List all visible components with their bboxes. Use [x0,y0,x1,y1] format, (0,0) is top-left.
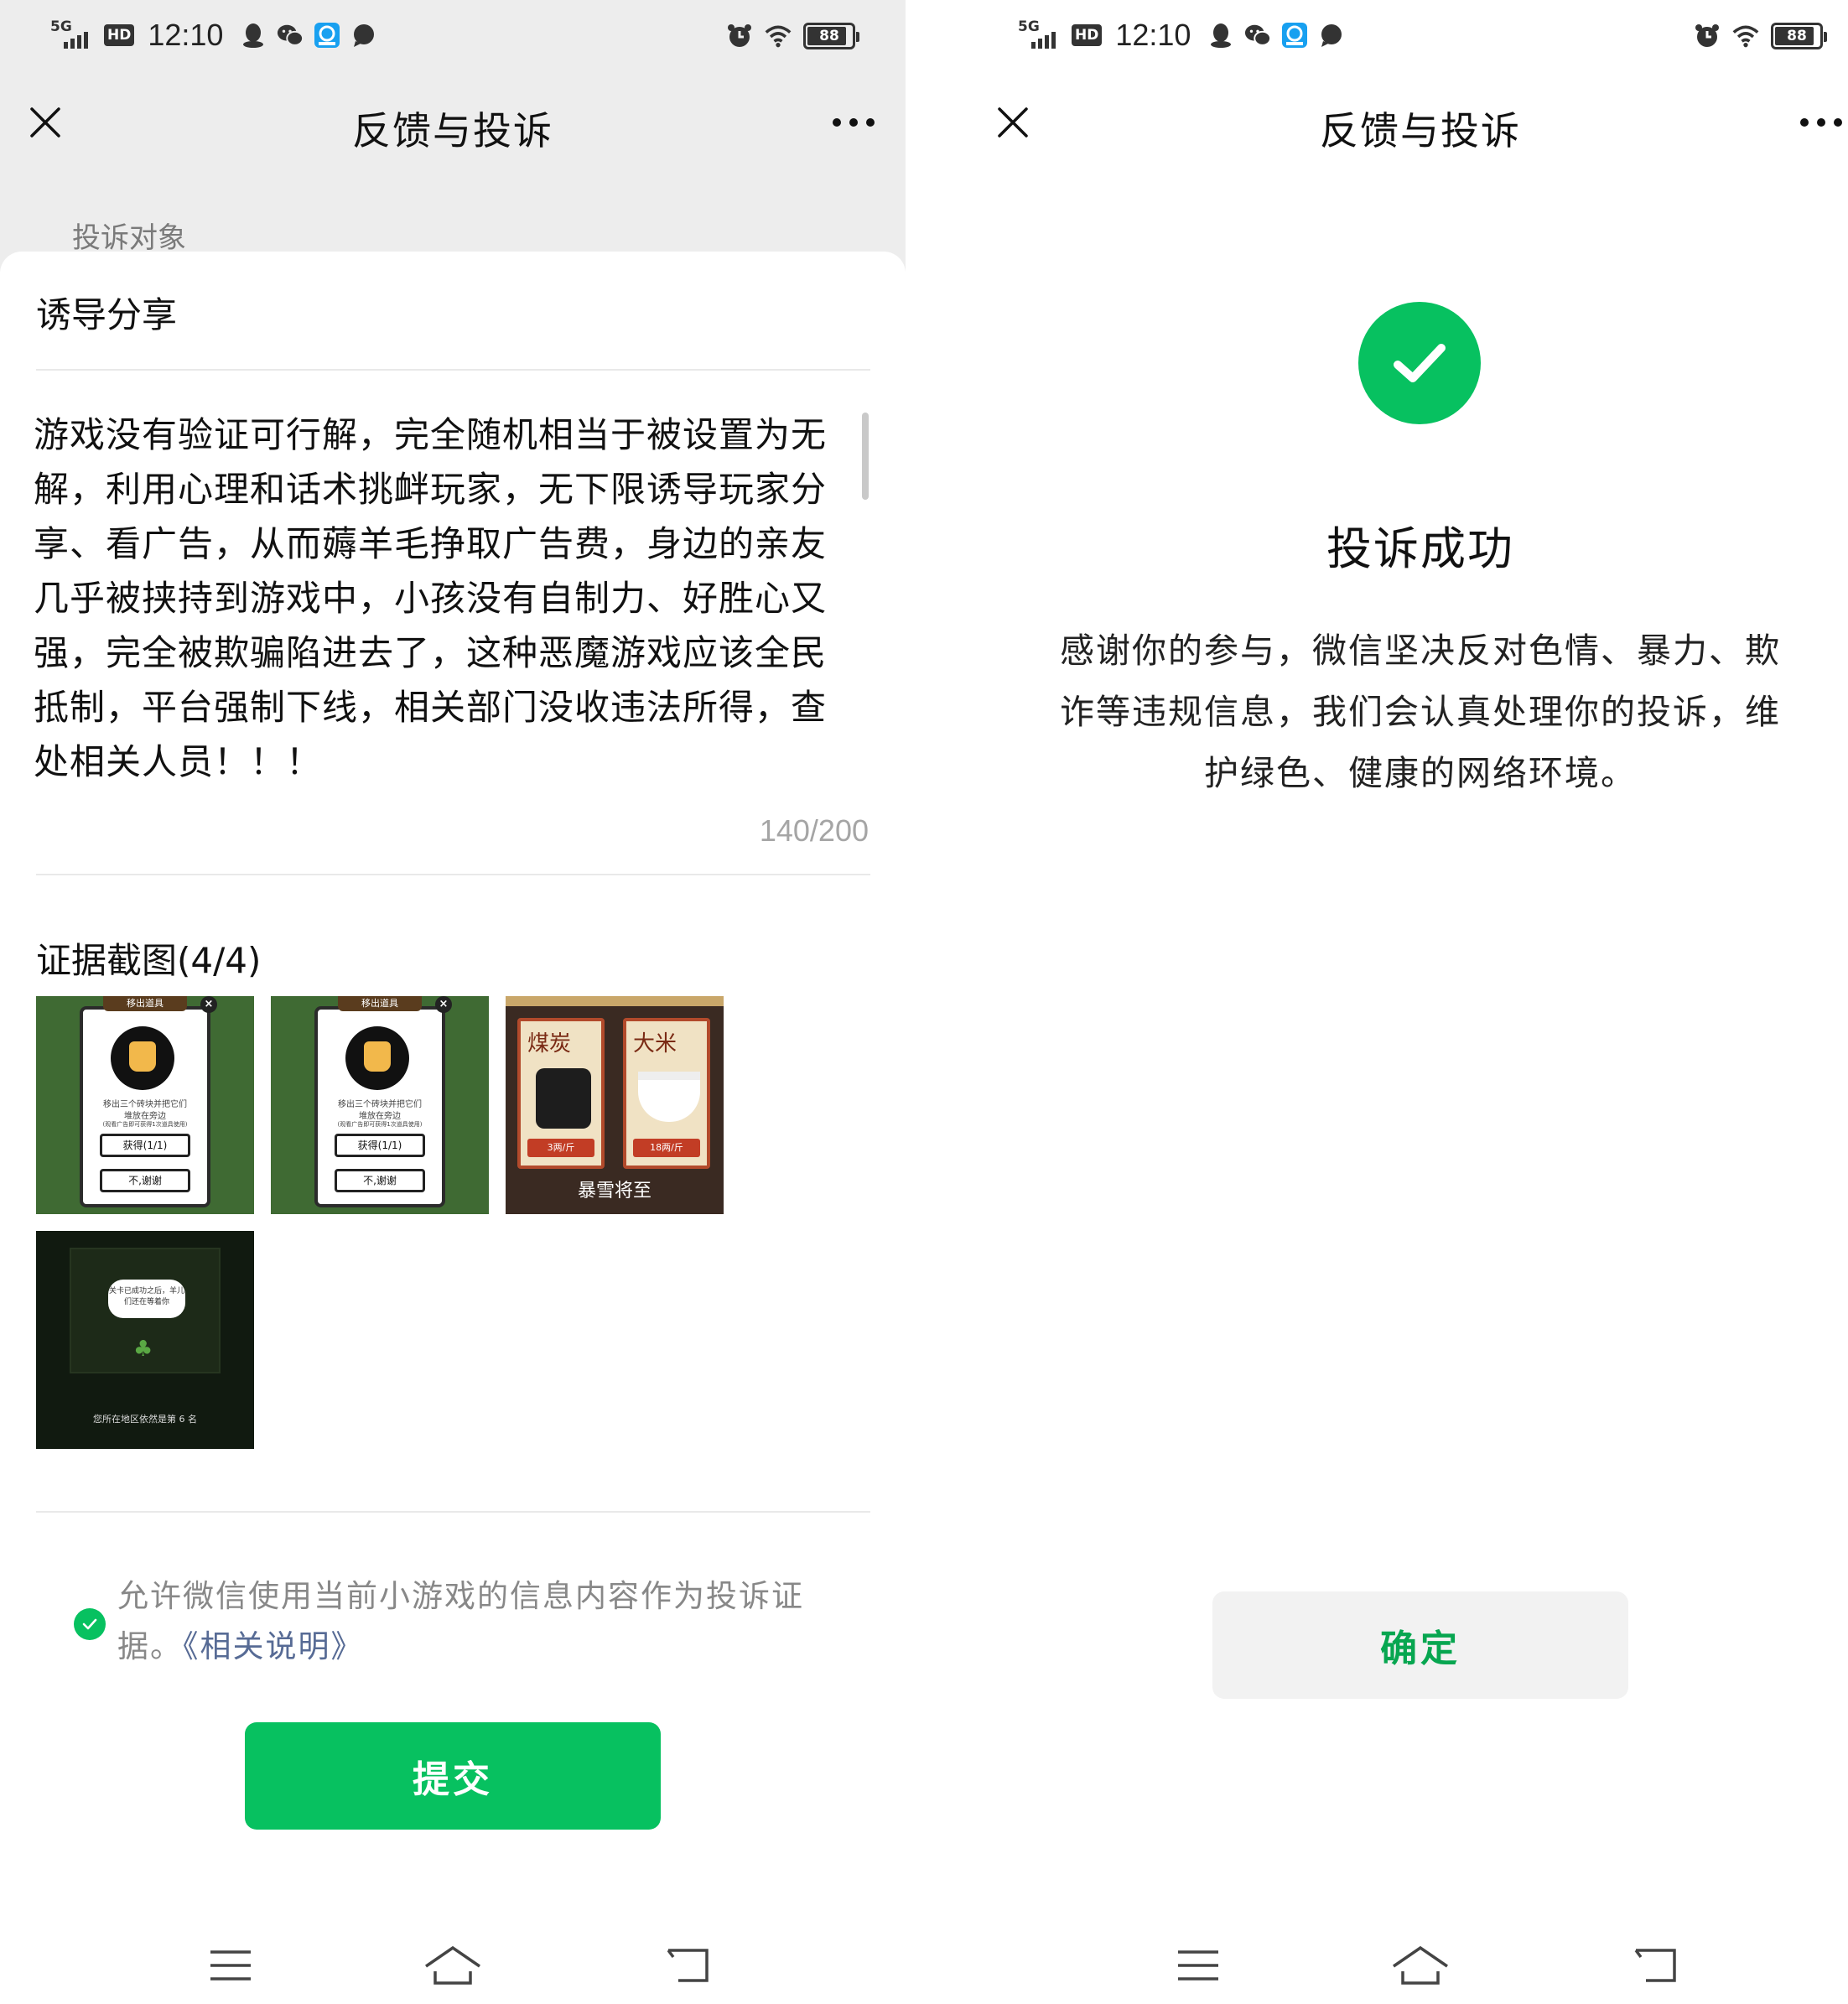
evidence-thumbnail-3[interactable]: 煤炭 3两/斤 大米 18两/斤 暴雪将至 [506,996,724,1214]
related-info-link[interactable]: 《相关说明》 [183,1628,364,1664]
clover-icon: ♣ [133,1337,153,1362]
thumbnail-button: 不,谢谢 [335,1169,425,1192]
menu-icon[interactable] [201,1942,260,1989]
screen-gap [906,0,968,2004]
back-icon[interactable] [1627,1942,1685,1989]
battery-icon: 88 [1771,23,1827,49]
item-price: 3两/斤 [527,1139,594,1157]
success-check-icon [1358,302,1481,424]
rice-image [638,1080,700,1122]
status-bar-left: 5G HD 12:10 [50,13,377,57]
complaint-textarea[interactable]: 游戏没有验证可行解，完全随机相当于被设置为无解，利用心理和话术挑衅玩家，无下限诱… [34,408,847,789]
section-label-complaint-target: 投诉对象 [72,221,186,255]
system-nav-bar [968,1929,1848,2004]
speech-bubble: 关卡已成功之后，羊儿们还在等着你 [108,1280,185,1318]
thumbnail-text: (观看广告即可获得1次道具使用) [102,1121,188,1128]
hd-badge: HD [104,24,135,46]
consent-text: 允许微信使用当前小游戏的信息内容作为投诉证据。《相关说明》 [117,1571,847,1672]
battery-icon: 88 [803,23,859,49]
more-icon[interactable] [1791,99,1848,146]
complaint-type[interactable]: 诱导分享 [36,287,177,338]
item-name: 大米 [633,1031,677,1057]
success-message: 感谢你的参与，微信坚决反对色情、暴力、欺诈等违规信息，我们会认真处理你的投诉，维… [1060,631,1781,793]
divider [36,874,870,875]
coal-image [536,1068,591,1129]
evidence-thumbnail-2[interactable]: 移出道具 × 移出三个砖块并把它们 堆放在旁边 (观看广告即可获得1次道具使用)… [271,996,489,1214]
status-bar-right: 88 [1694,17,1827,55]
menu-icon[interactable] [1169,1942,1228,1989]
thumbnail-text: 移出三个砖块并把它们 [338,1100,422,1109]
thumbnail-text: (观看广告即可获得1次道具使用) [337,1121,423,1128]
system-nav-bar [0,1929,906,2004]
complaint-success-screen: 5G HD 12:10 88 反馈与投诉 投诉成功 感谢你的参与，微信坚决反对色… [968,0,1848,2004]
more-icon[interactable] [823,99,884,146]
battery-level: 88 [1787,28,1807,44]
title-bar: 反馈与投诉 [968,75,1848,176]
status-bar-left: 5G HD 12:10 [1018,13,1345,57]
thumbnail-button: 获得(1/1) [335,1134,425,1157]
divider [36,1511,870,1513]
thumbnail-text: 移出三个砖块并把它们 [103,1100,187,1109]
divider [36,369,870,371]
textarea-scrollbar[interactable] [862,413,869,500]
confirm-button[interactable]: 确定 [1212,1591,1628,1699]
home-icon[interactable] [423,1942,482,1989]
page-title: 反馈与投诉 [1320,108,1521,153]
status-bar: 5G HD 12:10 88 [0,0,906,75]
thumbnail-header: 移出道具 [103,996,187,1011]
close-icon: × [200,996,217,1013]
battery-level: 88 [819,28,839,44]
wechat-icon [1244,22,1272,49]
wifi-icon [765,23,792,49]
thumbnail-caption: 暴雪将至 [577,1181,651,1202]
coal-card: 煤炭 3两/斤 [517,1018,605,1169]
item-icon [111,1026,174,1090]
wechat-icon [277,22,304,49]
success-title: 投诉成功 [1326,522,1514,575]
thumbnail-text: 堆放在旁边 [124,1112,166,1121]
item-name: 煤炭 [527,1031,572,1057]
evidence-thumbnail-4[interactable]: 关卡已成功之后，羊儿们还在等着你 ♣ 您所在地区依然是第 6 名 [36,1231,254,1449]
char-counter: 140/200 [759,813,869,848]
item-price: 18两/斤 [633,1139,700,1157]
thumbnail-button: 不,谢谢 [100,1169,190,1192]
thumbnail-header: 移出道具 [338,996,422,1011]
submit-button[interactable]: 提交 [245,1722,661,1830]
status-time: 12:10 [1115,18,1191,52]
status-bar: 5G HD 12:10 88 [968,0,1848,75]
thumbnail-button: 获得(1/1) [100,1134,190,1157]
rank-text: 您所在地区依然是第 6 名 [93,1414,197,1425]
back-icon[interactable] [659,1942,718,1989]
evidence-thumbnail-1[interactable]: 移出道具 × 移出三个砖块并把它们 堆放在旁边 (观看广告即可获得1次道具使用)… [36,996,254,1214]
page-title: 反馈与投诉 [352,108,553,153]
thumbnail-text: 堆放在旁边 [359,1112,401,1121]
evidence-title: 证据截图(4/4) [36,940,262,981]
item-icon [345,1026,409,1090]
rice-card: 大米 18两/斤 [623,1018,710,1169]
signal-icon: 5G [50,18,94,52]
home-icon[interactable] [1391,1942,1450,1989]
signal-icon: 5G [1018,18,1062,52]
status-bar-right: 88 [726,17,859,55]
qq-icon [240,22,267,49]
checkmark-icon[interactable] [74,1608,106,1640]
wifi-icon [1732,23,1759,49]
hd-badge: HD [1072,24,1103,46]
alarm-icon [1694,23,1721,49]
title-bar: 反馈与投诉 [0,75,906,176]
app-icon [1281,22,1308,49]
qq-icon [1207,22,1234,49]
close-icon: × [435,996,452,1013]
complaint-form-screen: 5G HD 12:10 88 反馈与投诉 投诉对象 诱导分享 游戏没有验证可行解… [0,0,906,2004]
message-icon [350,22,377,49]
status-time: 12:10 [148,18,224,52]
app-icon [314,22,340,49]
message-icon [1318,22,1345,49]
alarm-icon [726,23,753,49]
